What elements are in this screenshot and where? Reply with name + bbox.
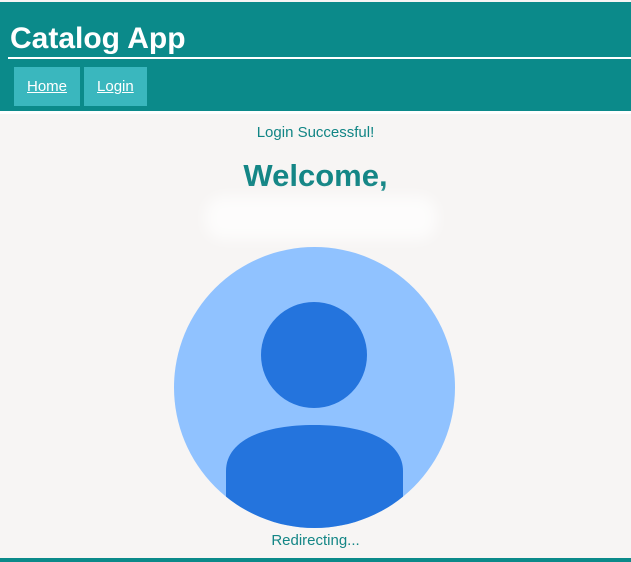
main-navigation: Home Login <box>14 67 147 106</box>
welcome-heading: Welcome, <box>243 158 388 193</box>
bottom-border <box>0 558 631 562</box>
login-status-message: Login Successful! <box>256 124 375 141</box>
login-success-content: Login Successful! Welcome, Redirecting..… <box>0 114 631 559</box>
nav-home-link[interactable]: Home <box>14 67 81 106</box>
app-title: Catalog App <box>10 22 186 55</box>
title-divider <box>8 57 631 59</box>
nav-login-link[interactable]: Login <box>84 67 147 106</box>
redirecting-message: Redirecting... <box>271 532 360 549</box>
catalog-page: Catalog App Home Login Login Successful!… <box>0 0 631 562</box>
app-header: Catalog App Home Login <box>0 2 631 111</box>
user-avatar-icon <box>174 247 455 528</box>
person-head <box>261 302 367 408</box>
redacted-username <box>205 196 437 240</box>
person-shoulders <box>226 425 403 528</box>
